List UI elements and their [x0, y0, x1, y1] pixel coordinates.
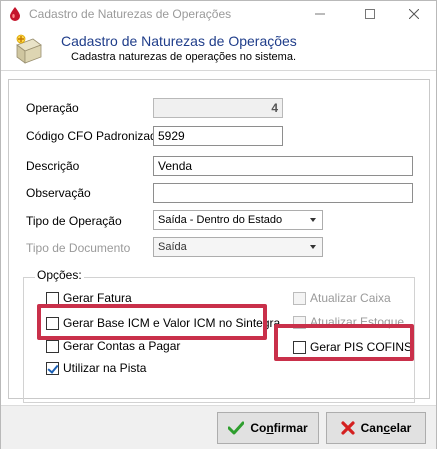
maximize-button[interactable]: [347, 1, 393, 27]
chevron-down-icon: [310, 245, 316, 249]
operacao-field: 4: [153, 98, 283, 118]
cancelar-button[interactable]: Cancelar: [326, 412, 426, 444]
checkbox-box[interactable]: [46, 339, 59, 353]
tipo-operacao-label: Tipo de Operação: [26, 214, 122, 228]
minimize-button[interactable]: [297, 1, 343, 27]
tipo-documento-value: Saída: [158, 241, 187, 253]
gerar-contas-pagar-checkbox[interactable]: Gerar Contas a Pagar: [46, 339, 180, 353]
checkbox-box[interactable]: [46, 291, 59, 305]
tipo-operacao-value: Saída - Dentro do Estado: [158, 214, 283, 226]
cancelar-label: Cancelar: [360, 421, 412, 435]
tipo-operacao-select[interactable]: Saída - Dentro do Estado: [153, 210, 323, 230]
checkbox-label: Gerar Contas a Pagar: [63, 339, 181, 353]
checkbox-box: [293, 291, 306, 305]
highlight-box-icm: [37, 304, 267, 340]
gerar-fatura-checkbox[interactable]: Gerar Fatura: [46, 291, 132, 305]
operacao-label: Operação: [26, 101, 79, 115]
tipo-documento-select: Saída: [153, 237, 323, 257]
observacao-label: Observação: [26, 186, 91, 200]
page-title: Cadastro de Naturezas de Operações: [61, 33, 297, 49]
checkbox-label: Atualizar Caixa: [310, 291, 391, 305]
tipo-documento-label: Tipo de Documento: [26, 241, 131, 255]
confirmar-button[interactable]: Confirmar: [217, 412, 319, 444]
minimize-icon: [315, 13, 325, 15]
maximize-icon: [365, 9, 375, 19]
close-button[interactable]: [391, 1, 437, 27]
checkbox-box[interactable]: [46, 361, 59, 375]
title-bar: Cadastro de Naturezas de Operações: [1, 1, 436, 27]
confirmar-label: Confirmar: [250, 421, 308, 435]
header-banner: Cadastro de Naturezas de Operações Cadas…: [1, 27, 436, 71]
x-cancel-icon: [341, 421, 355, 435]
observacao-input[interactable]: [153, 183, 413, 203]
add-document-icon: [16, 34, 42, 64]
descricao-label: Descrição: [26, 159, 80, 173]
highlight-box-pis-cofins: [274, 324, 414, 361]
page-subtitle: Cadastra naturezas de operações no siste…: [71, 51, 297, 63]
checkbox-label: Gerar Fatura: [63, 291, 132, 305]
checkbox-label: Utilizar na Pista: [63, 361, 147, 375]
chevron-down-icon: [310, 218, 316, 222]
app-drop-icon: [10, 7, 20, 21]
options-group-title: Opções:: [35, 268, 84, 282]
cfo-input[interactable]: 5929: [153, 126, 283, 146]
atualizar-caixa-checkbox: Atualizar Caixa: [293, 291, 391, 305]
utilizar-na-pista-checkbox[interactable]: Utilizar na Pista: [46, 361, 146, 375]
window-title: Cadastro de Naturezas de Operações: [29, 7, 232, 21]
check-icon: [228, 421, 245, 435]
close-icon: [409, 9, 419, 19]
dialog-window: Cadastro de Naturezas de Operações Cadas…: [0, 0, 437, 449]
descricao-input[interactable]: Venda: [153, 156, 413, 176]
cfo-label: Código CFO Padronizado: [26, 129, 164, 143]
